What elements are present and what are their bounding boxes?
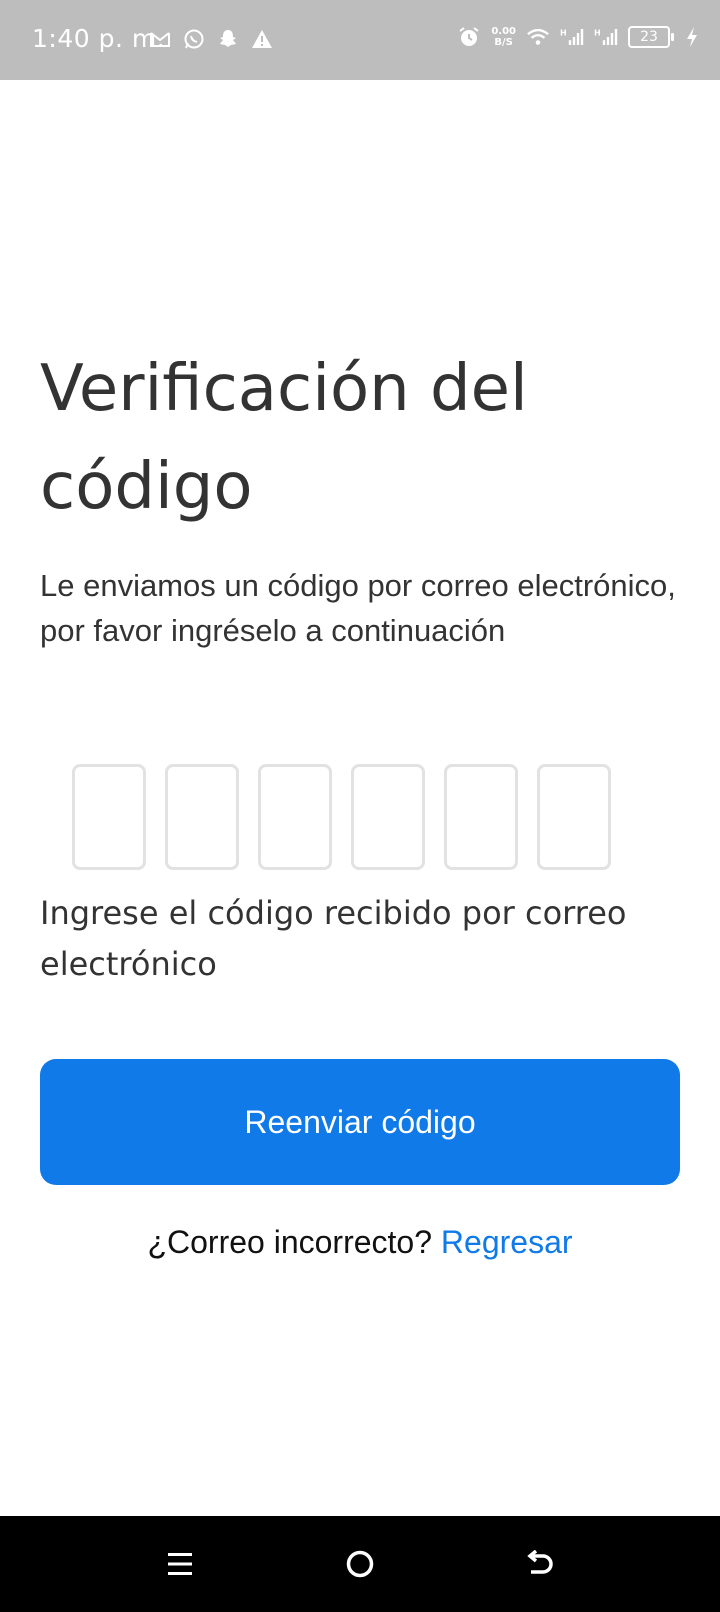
- code-digit-5[interactable]: [444, 764, 518, 870]
- network-speed-value: 0.00: [491, 26, 516, 37]
- code-digit-1[interactable]: [72, 764, 146, 870]
- alarm-icon: [457, 24, 481, 50]
- status-time: 1:40 p. m.: [32, 24, 166, 53]
- whatsapp-icon: [182, 26, 206, 52]
- network-speed-unit: B/S: [494, 37, 513, 48]
- resend-code-button[interactable]: Reenviar código: [40, 1059, 680, 1185]
- code-digit-2[interactable]: [165, 764, 239, 870]
- menu-icon[interactable]: [160, 1544, 200, 1584]
- status-bar: 1:40 p. m. 0.00 B/S H H 23: [0, 0, 720, 80]
- battery-icon: 23: [628, 26, 674, 48]
- code-digit-3[interactable]: [258, 764, 332, 870]
- gmail-icon: [148, 26, 172, 52]
- charging-icon: [680, 24, 704, 50]
- svg-text:H: H: [594, 28, 601, 37]
- network-speed: 0.00 B/S: [491, 26, 516, 48]
- page-subtitle: Le enviamos un código por correo electró…: [40, 568, 676, 648]
- navigation-bar: [0, 1516, 720, 1612]
- back-link[interactable]: Regresar: [441, 1224, 573, 1260]
- svg-text:H: H: [560, 28, 567, 37]
- code-digit-6[interactable]: [537, 764, 611, 870]
- warning-icon: [250, 26, 274, 52]
- wifi-icon: [526, 24, 550, 50]
- wrong-email-text: ¿Correo incorrecto?: [147, 1224, 433, 1260]
- back-icon[interactable]: [520, 1544, 560, 1584]
- code-digit-4[interactable]: [351, 764, 425, 870]
- code-input-group: [72, 764, 611, 870]
- wrong-email-line: ¿Correo incorrecto? Regresar: [0, 1224, 720, 1261]
- snapchat-icon: [216, 26, 240, 52]
- code-hint: Ingrese el código recibido por correo el…: [40, 894, 627, 983]
- system-icons: 0.00 B/S H H 23: [457, 24, 704, 50]
- signal-h-icon: H: [594, 24, 618, 50]
- signal-h-icon: H: [560, 24, 584, 50]
- notification-icons: [148, 26, 274, 52]
- page-title: Verificación del código: [40, 352, 528, 524]
- home-icon[interactable]: [340, 1544, 380, 1584]
